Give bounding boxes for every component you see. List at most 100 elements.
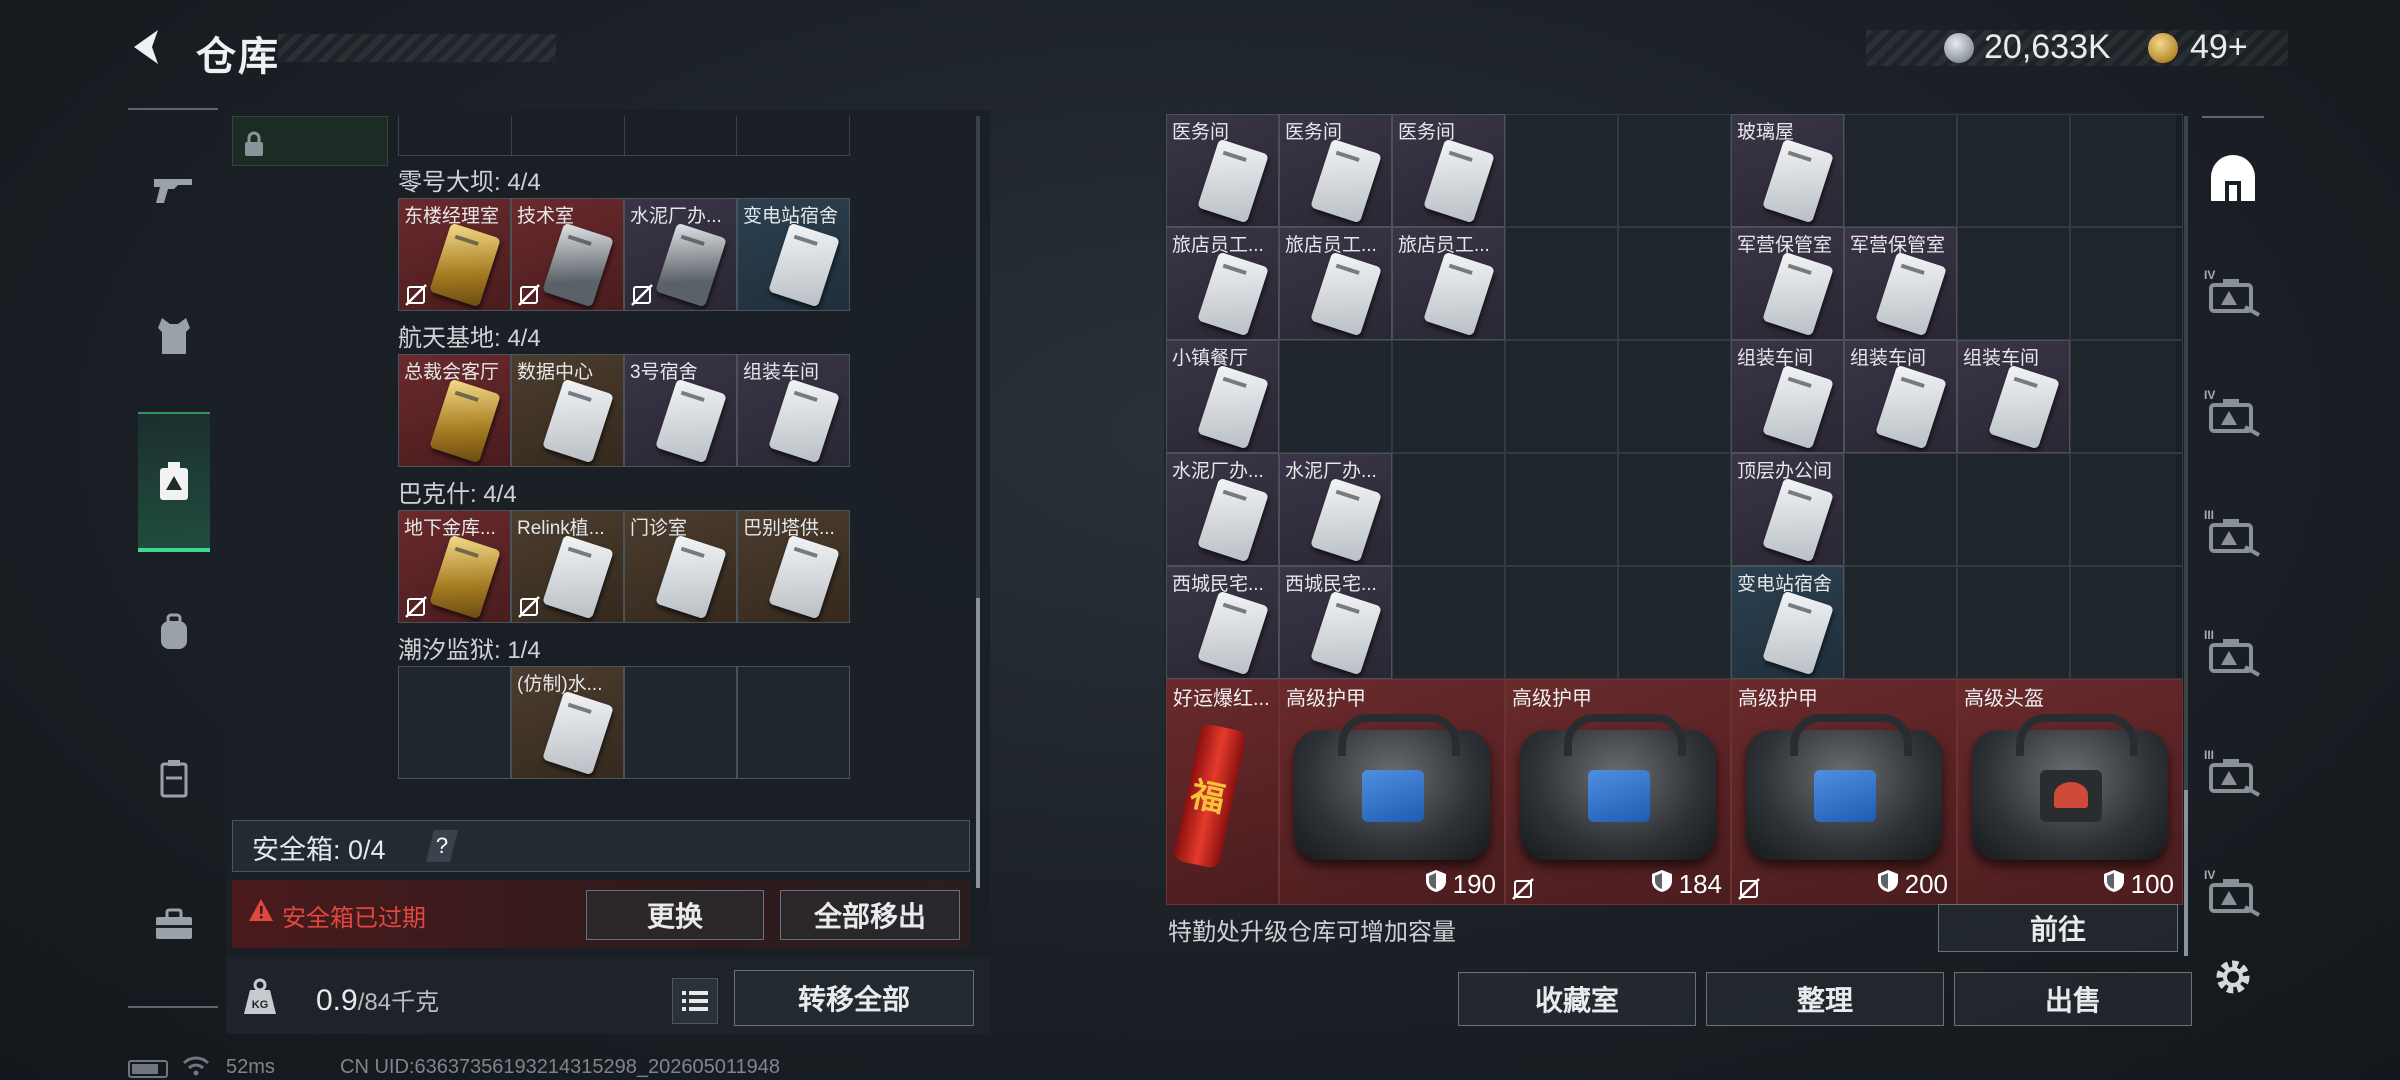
armor-item[interactable]: 高级护甲 200 — [1731, 679, 1957, 905]
keycard-item[interactable]: 医务间 — [1166, 114, 1279, 227]
keycard-item[interactable]: 组装车间 — [737, 354, 850, 467]
grid-cell[interactable] — [1957, 227, 2070, 340]
keycard-item[interactable]: 小镇餐厅 — [1166, 340, 1279, 453]
grid-cell[interactable] — [1618, 340, 1731, 453]
grid-cell[interactable] — [1957, 453, 2070, 566]
grid-cell[interactable] — [1618, 114, 1731, 227]
keycard-item[interactable]: 巴别塔供... — [737, 510, 850, 623]
empty-slot[interactable] — [398, 666, 511, 779]
grid-cell[interactable] — [1618, 453, 1731, 566]
keycard-item[interactable]: 组装车间 — [1844, 340, 1957, 453]
keycard-item[interactable]: 组装车间 — [1957, 340, 2070, 453]
keycard-item[interactable]: 水泥厂办... — [1279, 453, 1392, 566]
keycard-item[interactable]: 水泥厂办... — [624, 198, 737, 311]
keycard-icon — [1988, 364, 2060, 450]
armor-item[interactable]: 高级护甲 190 — [1279, 679, 1505, 905]
transfer-all-button[interactable]: 转移全部 — [734, 970, 974, 1026]
keycard-item[interactable]: Relink植... — [511, 510, 624, 623]
grid-cell[interactable] — [1505, 114, 1618, 227]
collection-room-button[interactable]: 收藏室 — [1458, 972, 1696, 1026]
grid-cell[interactable] — [1392, 340, 1505, 453]
remove-all-button[interactable]: 全部移出 — [780, 890, 960, 940]
helmet-item[interactable]: 高级头盔 100 — [1957, 679, 2183, 905]
gold-coin-icon — [2148, 33, 2178, 63]
right-nav-home[interactable] — [2200, 146, 2266, 212]
organize-button[interactable]: 整理 — [1706, 972, 1944, 1026]
back-icon[interactable] — [126, 26, 168, 68]
keycard-item[interactable]: 旅店员工... — [1392, 227, 1505, 340]
grid-cell[interactable] — [1844, 566, 1957, 679]
grid-cell[interactable] — [1844, 114, 1957, 227]
empty-slot[interactable] — [737, 666, 850, 779]
keycard-item[interactable]: 西城民宅... — [1279, 566, 1392, 679]
keycard-item[interactable]: 东楼经理室 — [398, 198, 511, 311]
nav-toolbox[interactable] — [138, 888, 210, 960]
list-view-button[interactable] — [672, 978, 718, 1024]
keycard-item[interactable]: 门诊室 — [624, 510, 737, 623]
replace-button[interactable]: 更换 — [586, 890, 764, 940]
armor-item[interactable]: 高级护甲 184 — [1505, 679, 1731, 905]
keycard-icon — [768, 222, 840, 308]
keycard-item[interactable]: 地下金库... — [398, 510, 511, 623]
right-nav-tier4-case[interactable]: IV — [2200, 262, 2266, 328]
grid-cell[interactable] — [1844, 453, 1957, 566]
grid-cell[interactable] — [2070, 453, 2183, 566]
empty-slot[interactable] — [624, 666, 737, 779]
grid-cell[interactable] — [2070, 340, 2183, 453]
grid-cell[interactable] — [1957, 566, 2070, 679]
firecracker-item[interactable]: 好运爆红... 福 — [1166, 679, 1279, 905]
keycard-item[interactable]: 组装车间 — [1731, 340, 1844, 453]
grid-cell[interactable] — [1618, 227, 1731, 340]
grid-cell[interactable] — [1505, 340, 1618, 453]
right-nav-tier3-gun[interactable]: III — [2200, 742, 2266, 808]
keycard-item[interactable]: 变电站宿舍 — [737, 198, 850, 311]
durability: 184 — [1651, 869, 1722, 900]
right-nav-tier3-box[interactable]: III — [2200, 622, 2266, 688]
right-nav-tier3-warning[interactable]: III — [2200, 502, 2266, 568]
grid-cell[interactable] — [2070, 227, 2183, 340]
grid-scrollbar-thumb[interactable] — [2184, 790, 2188, 956]
keycard-item[interactable]: 技术室 — [511, 198, 624, 311]
keycard-item[interactable]: (仿制)水... — [511, 666, 624, 779]
nav-keycards[interactable] — [138, 446, 210, 518]
grid-cell[interactable] — [1618, 566, 1731, 679]
grid-cell[interactable] — [1505, 453, 1618, 566]
grid-cell[interactable] — [1505, 227, 1618, 340]
keycard-item[interactable]: 水泥厂办... — [1166, 453, 1279, 566]
keycard-item[interactable]: 医务间 — [1279, 114, 1392, 227]
panel-scrollbar-thumb[interactable] — [976, 598, 980, 888]
settings-button[interactable] — [2200, 944, 2266, 1010]
keycard-item[interactable]: 3号宿舍 — [624, 354, 737, 467]
goto-button[interactable]: 前往 — [1938, 904, 2178, 952]
grid-cell[interactable] — [1392, 453, 1505, 566]
keycard-item[interactable]: 总裁会客厅 — [398, 354, 511, 467]
grid-cell[interactable] — [2070, 114, 2183, 227]
nav-backpack[interactable] — [138, 596, 210, 668]
keycard-item[interactable]: 顶层办公间 — [1731, 453, 1844, 566]
svg-text:KG: KG — [252, 999, 269, 1011]
right-nav-tier4-cash[interactable]: IV — [2200, 862, 2266, 928]
nav-weapons[interactable] — [138, 152, 210, 224]
keycard-item[interactable]: 变电站宿舍 — [1731, 566, 1844, 679]
keycard-item[interactable]: 军营保管室 — [1844, 227, 1957, 340]
nav-container[interactable] — [138, 742, 210, 814]
item-name: 高级头盔 — [1964, 688, 2044, 710]
keycard-icon — [542, 690, 614, 776]
nav-armor[interactable] — [138, 300, 210, 372]
grid-cell[interactable] — [1505, 566, 1618, 679]
keycard-item[interactable]: 玻璃屋 — [1731, 114, 1844, 227]
keycard-item[interactable]: 旅店员工... — [1166, 227, 1279, 340]
keycard-item[interactable]: 医务间 — [1392, 114, 1505, 227]
keycard-item[interactable]: 旅店员工... — [1279, 227, 1392, 340]
grid-cell[interactable] — [1957, 114, 2070, 227]
keycard-item[interactable]: 军营保管室 — [1731, 227, 1844, 340]
right-nav-tier4-folder[interactable]: IV — [2200, 382, 2266, 448]
grid-cell[interactable] — [1279, 340, 1392, 453]
keycard-icon — [655, 534, 727, 620]
keycard-item[interactable]: 数据中心 — [511, 354, 624, 467]
sell-button[interactable]: 出售 — [1954, 972, 2192, 1026]
grid-cell[interactable] — [1392, 566, 1505, 679]
grid-cell[interactable] — [2070, 566, 2183, 679]
keycard-item[interactable]: 西城民宅... — [1166, 566, 1279, 679]
gold-currency-amount[interactable]: 49+ — [2190, 28, 2248, 67]
